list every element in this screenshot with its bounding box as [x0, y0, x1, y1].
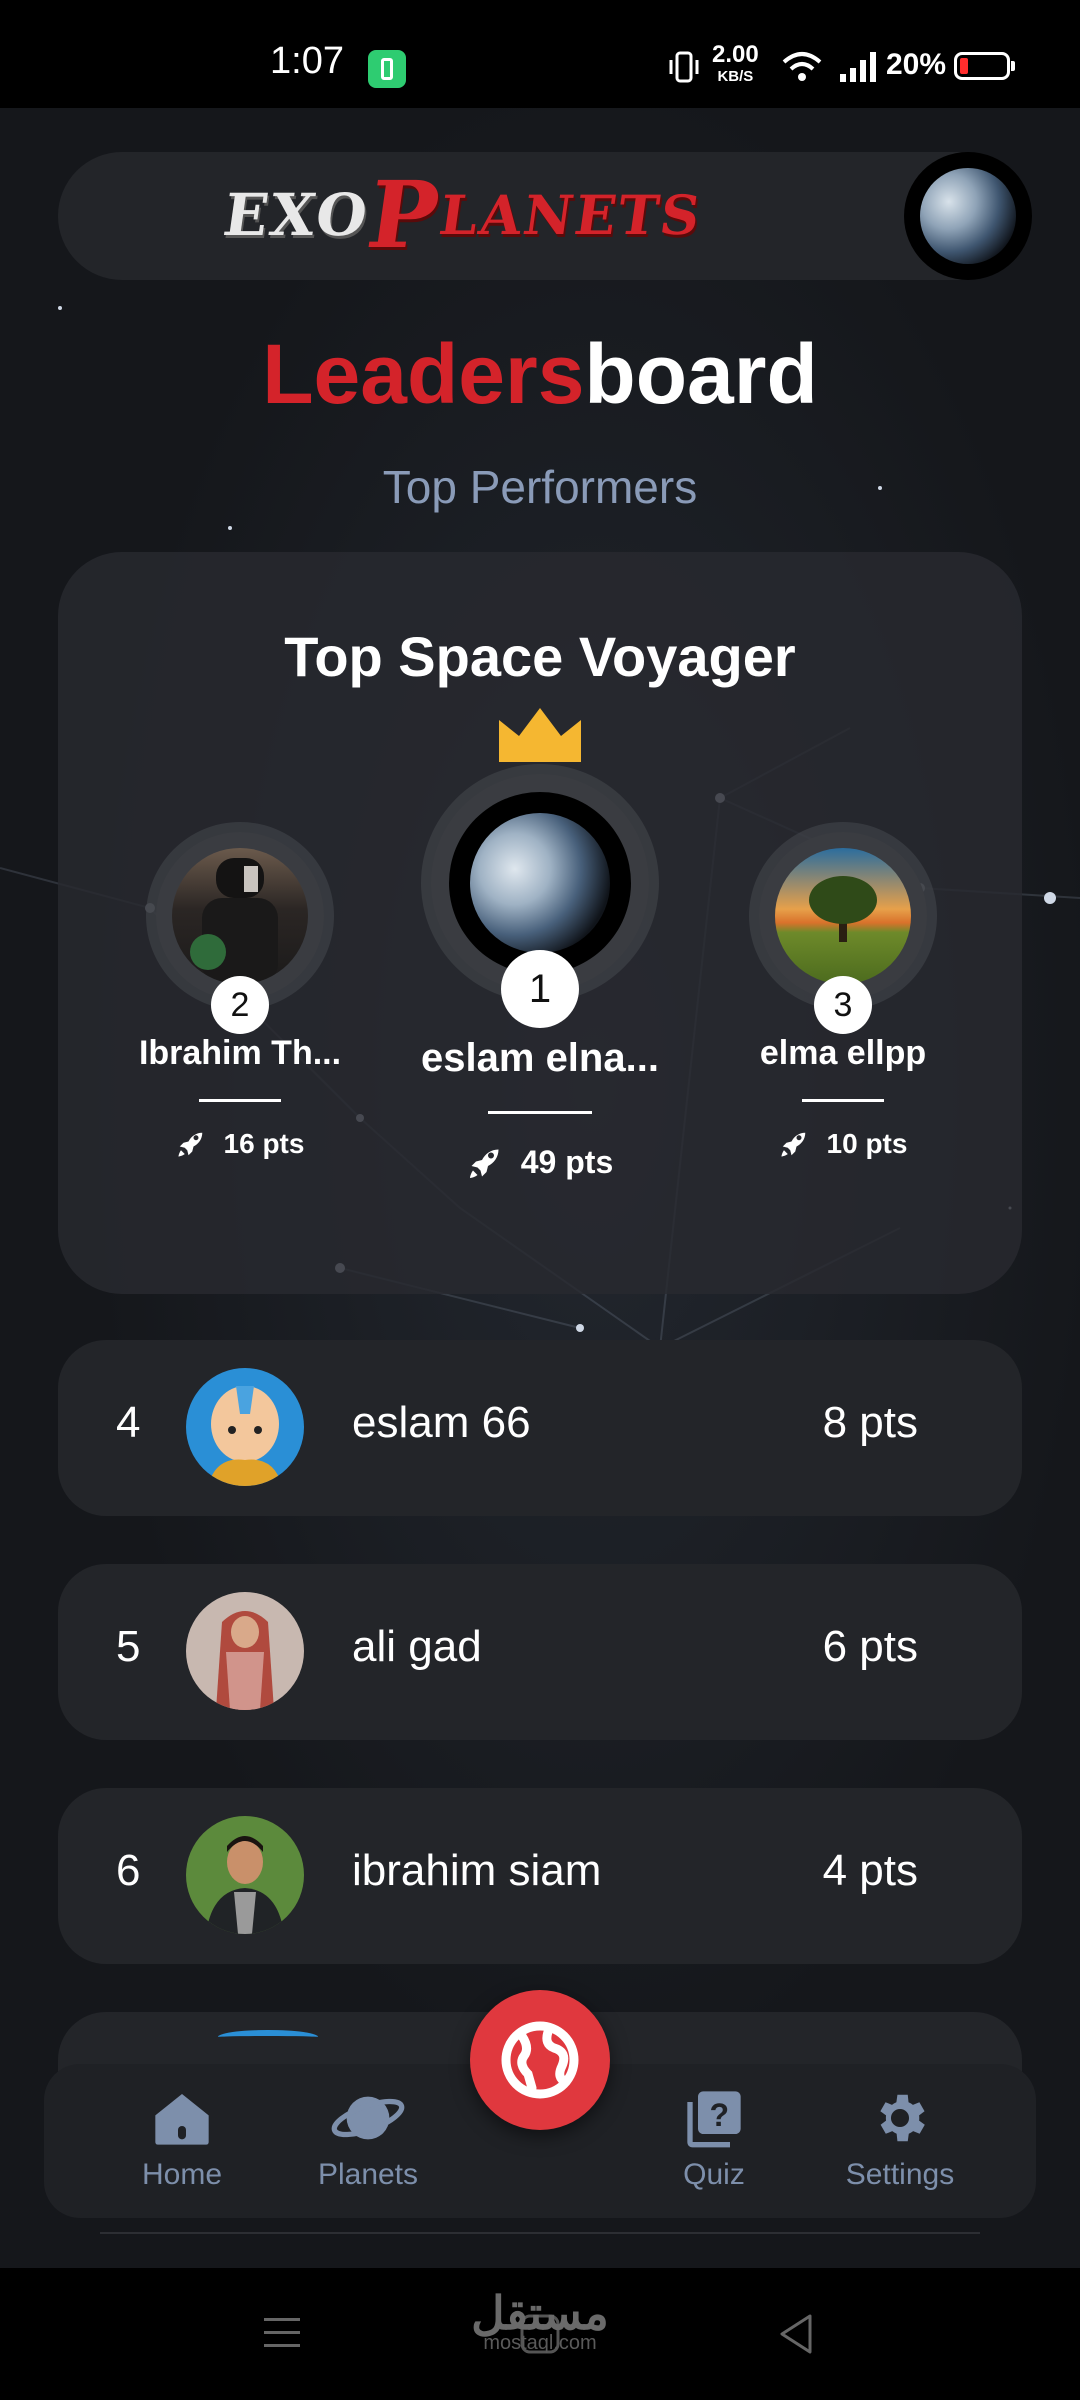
row-name: ali gad: [352, 1622, 482, 1671]
row-rank: 6: [116, 1846, 141, 1895]
row-avatar: [186, 1592, 304, 1710]
page-title-white: board: [584, 327, 818, 421]
row-avatar: [186, 1816, 304, 1934]
first-avatar-planet: [470, 813, 610, 953]
status-time: 1:07: [270, 40, 344, 82]
third-avatar: [775, 848, 911, 984]
third-avatar-ring: 3: [759, 832, 927, 1034]
row-points: 6 pts: [822, 1622, 918, 1671]
row-points: 4 pts: [822, 1846, 918, 1895]
row-name: eslam 66: [352, 1398, 531, 1447]
first-points-row: 49 pts: [410, 1144, 670, 1181]
row-avatar-photo: [206, 1836, 284, 1934]
logo-lanets: LANETS: [435, 183, 706, 247]
page-subtitle: Top Performers: [382, 461, 698, 513]
leaderboard-row[interactable]: 6 ibrahim siam 4 pts: [58, 1788, 1022, 1964]
gear-icon: [880, 2094, 925, 2142]
signal-icon: [840, 52, 876, 82]
logo-exo: EXO: [219, 181, 374, 249]
status-bar: 1:07 2.00 KB/S 20%: [0, 0, 1080, 108]
leaderboard-row[interactable]: 5 ali gad 6 pts: [58, 1564, 1022, 1740]
nav-planets[interactable]: Planets: [288, 2078, 448, 2208]
second-points-row: 16 pts: [130, 1128, 350, 1160]
podium-first-place[interactable]: 1 eslam elna... 49 pts: [410, 708, 670, 1181]
nav-quiz[interactable]: ? Quiz: [634, 2078, 794, 2208]
profile-avatar-button[interactable]: [904, 152, 1032, 280]
nav-settings[interactable]: Settings: [820, 2078, 980, 2208]
exoplanets-logo: EXO P LANETS: [218, 161, 708, 269]
third-points-row: 10 pts: [728, 1128, 958, 1160]
watermark-latin: mostaql.com: [483, 2332, 597, 2354]
nav-home[interactable]: Home: [102, 2078, 262, 2208]
network-speed: 2.00 KB/S: [712, 41, 759, 88]
rocket-icon: [178, 1132, 202, 1157]
second-avatar: [172, 848, 308, 984]
first-avatar-ring: 1: [431, 774, 649, 1028]
row-avatar-photo: [216, 1611, 274, 1710]
podium-card: Top Space Voyager 2 Ibrahim Th... 16 pts: [58, 552, 1022, 1294]
row-avatar-partial: [218, 2030, 318, 2044]
svg-text:?: ?: [710, 2097, 730, 2133]
first-divider: [488, 1111, 592, 1114]
podium-third-place[interactable]: 3 elma ellpp 10 pts: [728, 832, 958, 1160]
app-header: EXO P LANETS: [58, 152, 1032, 280]
planet-icon: [331, 2096, 405, 2140]
mostaql-watermark: مستقل mostaql.com: [470, 2286, 610, 2355]
rocket-icon: [469, 1149, 499, 1178]
second-rank-badge: 2: [211, 976, 269, 1034]
battery-saver-icon: [368, 50, 406, 88]
row-name: ibrahim siam: [352, 1846, 602, 1895]
third-divider: [802, 1099, 884, 1102]
rocket-icon: [781, 1132, 805, 1157]
row-rank: 5: [116, 1622, 141, 1671]
crown-icon: [499, 708, 581, 762]
third-avatar-photo: [809, 876, 877, 942]
first-avatar: [449, 792, 631, 974]
first-rank-badge: 1: [501, 950, 579, 1028]
battery-percent: 20%: [886, 48, 947, 81]
first-points: 49 pts: [520, 1144, 614, 1180]
leaderboard-row[interactable]: 4 eslam 66 8 pts: [58, 1340, 1022, 1516]
second-points: 16 pts: [223, 1128, 305, 1159]
second-avatar-photo: [190, 858, 278, 984]
battery-icon: [954, 52, 1015, 80]
back-icon[interactable]: [776, 2312, 816, 2356]
page-title-red: Leaders: [262, 327, 585, 421]
third-rank-badge: 3: [814, 976, 872, 1034]
second-avatar-ring: 2: [156, 832, 324, 1034]
vibrate-icon: [669, 51, 699, 83]
nav-settings-label: Settings: [845, 2158, 955, 2191]
speed-value: 2.00: [712, 41, 759, 68]
nav-home-label: Home: [141, 2158, 223, 2191]
row-rank: 4: [116, 1398, 141, 1447]
first-name: eslam elna...: [421, 1036, 659, 1080]
nav-planets-label: Planets: [317, 2158, 419, 2191]
home-icon: [155, 2094, 209, 2145]
podium-title: Top Space Voyager: [284, 625, 796, 688]
row-avatar-photo: [208, 1386, 282, 1486]
menu-icon[interactable]: [262, 2314, 302, 2352]
second-name: Ibrahim Th...: [138, 1034, 342, 1072]
nav-divider: [100, 2232, 980, 2234]
row-points: 8 pts: [822, 1398, 918, 1447]
globe-icon: [501, 2021, 579, 2099]
third-name: elma ellpp: [759, 1034, 927, 1072]
wifi-icon: [782, 52, 822, 81]
explore-globe-button[interactable]: [470, 1990, 610, 2130]
logo-p: P: [361, 161, 448, 269]
quiz-icon: ?: [687, 2091, 741, 2148]
second-divider: [199, 1099, 281, 1102]
nav-quiz-label: Quiz: [683, 2158, 745, 2191]
planet-avatar: [920, 168, 1016, 264]
speed-unit: KB/S: [717, 68, 754, 85]
page-title: Leadersboard: [0, 326, 1080, 423]
row-avatar: [186, 1368, 304, 1486]
third-points: 10 pts: [826, 1128, 908, 1159]
podium-second-place[interactable]: 2 Ibrahim Th... 16 pts: [130, 832, 350, 1160]
